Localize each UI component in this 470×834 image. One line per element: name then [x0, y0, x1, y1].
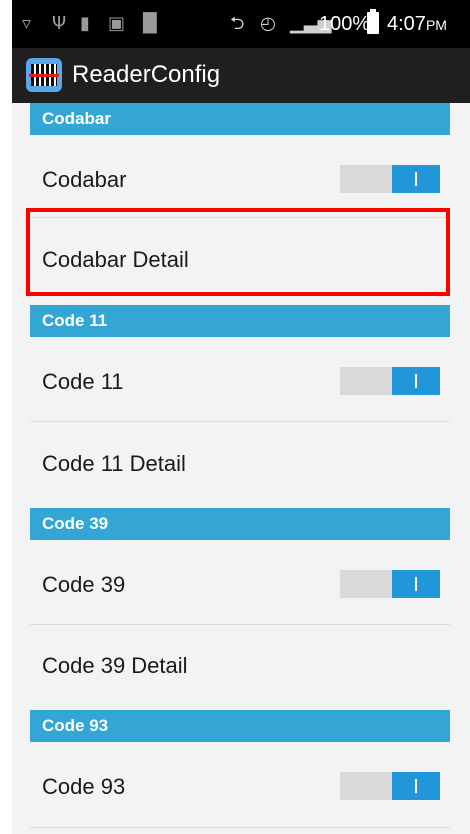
- setting-label-code39: Code 39: [42, 572, 126, 597]
- barcode-scanner-icon[interactable]: [26, 58, 62, 92]
- codabar-toggle[interactable]: [340, 165, 440, 193]
- status-time: 4:07PM: [387, 12, 447, 37]
- section-header-code39: Code 39: [30, 508, 450, 540]
- setting-row-code11[interactable]: Code 11: [30, 337, 450, 427]
- battery-icon: [367, 9, 379, 34]
- app-title: ReaderConfig: [72, 61, 221, 88]
- scanner-laser: [29, 74, 59, 77]
- setting-label-codabar: Codabar: [42, 167, 127, 192]
- setting-row-code39-detail[interactable]: Code 39 Detail: [30, 625, 450, 711]
- setting-row-code93[interactable]: Code 93: [30, 742, 450, 832]
- status-time-value: 4:07: [387, 13, 426, 35]
- divider: [30, 827, 450, 828]
- screen-edge: [0, 0, 12, 834]
- code93-toggle[interactable]: [340, 772, 440, 800]
- toggle-on-indicator: [392, 165, 440, 193]
- alarm-icon: ◴: [260, 13, 276, 34]
- setting-row-codabar[interactable]: Codabar: [30, 135, 450, 225]
- setting-label-code39-detail: Code 39 Detail: [42, 653, 188, 678]
- battery-percent: 100%: [319, 13, 371, 35]
- setting-label-code11-detail: Code 11 Detail: [42, 451, 186, 476]
- code39-toggle[interactable]: [340, 570, 440, 598]
- toggle-on-indicator: [392, 570, 440, 598]
- toggle-on-indicator: [392, 367, 440, 395]
- wifi-icon: ▿: [22, 13, 32, 34]
- screen: ▿ Ψ ▮ ▣ ▐▌ ⮌ ◴ ▁▃▅ 100% 4:07PM ReaderCon…: [0, 0, 470, 834]
- setting-label-codabar-detail: Codabar Detail: [42, 247, 189, 272]
- section-header-code11: Code 11: [30, 305, 450, 337]
- setting-row-codabar-detail[interactable]: Codabar Detail: [30, 218, 450, 304]
- status-time-suffix: PM: [425, 17, 447, 33]
- setting-row-code11-detail[interactable]: Code 11 Detail: [30, 422, 450, 508]
- section-header-code93: Code 93: [30, 710, 450, 742]
- usb-icon: Ψ: [52, 13, 67, 34]
- bluetooth-icon: ⮌: [230, 13, 245, 34]
- toggle-on-indicator: [392, 772, 440, 800]
- setting-label-code11: Code 11: [42, 369, 124, 394]
- app-bar: ReaderConfig: [12, 48, 470, 103]
- screenshot-icon: ▣: [108, 13, 126, 34]
- sim-icon: ▮: [80, 13, 90, 34]
- setting-row-code39[interactable]: Code 39: [30, 540, 450, 630]
- code11-toggle[interactable]: [340, 367, 440, 395]
- status-bar: ▿ Ψ ▮ ▣ ▐▌ ⮌ ◴ ▁▃▅ 100% 4:07PM: [12, 0, 470, 48]
- settings-list[interactable]: Codabar Codabar Codabar Detail Code 11 C…: [12, 103, 470, 834]
- barcode-icon: ▐▌: [136, 13, 164, 34]
- setting-label-code93: Code 93: [42, 774, 126, 799]
- section-header-codabar: Codabar: [30, 103, 450, 135]
